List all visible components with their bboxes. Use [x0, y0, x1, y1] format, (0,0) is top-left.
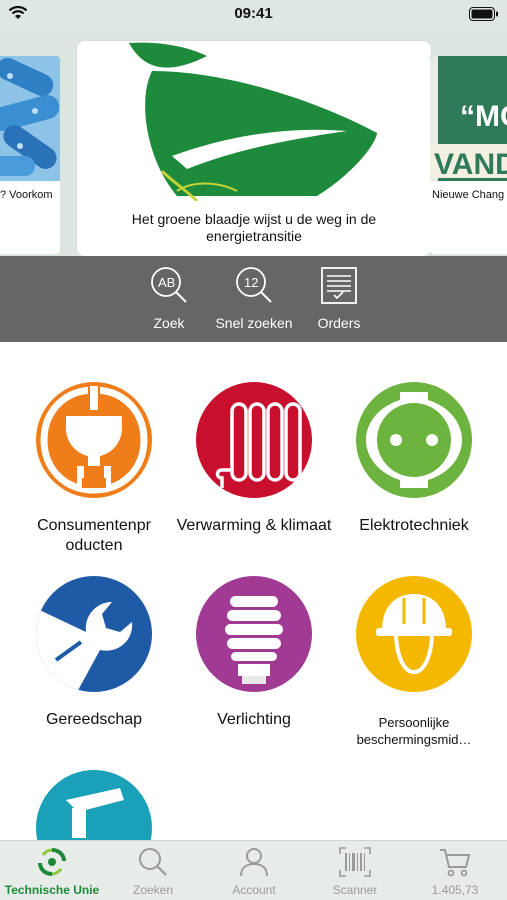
quick-search-button[interactable]: AB Zoek: [124, 266, 214, 331]
banner-text-1: “MO: [460, 100, 507, 133]
carousel-slide-prev[interactable]: ? Voorkom: [0, 56, 60, 254]
account-icon: [240, 848, 268, 877]
tab-cart-label: 1.405,73: [431, 883, 479, 897]
banner-text-2: VANDA: [434, 148, 507, 181]
category-ppe-label: Persoonlijke beschermingsmid…: [356, 715, 472, 747]
helmet-icon: [356, 576, 472, 692]
banner-image: “MO VANDA: [430, 56, 507, 181]
category-sanitary[interactable]: [14, 770, 174, 840]
carousel-slide-current[interactable]: Het groene blaadje wijst u de weg in de …: [77, 41, 431, 256]
quick-orders-label: Orders: [317, 315, 361, 331]
quick-fast-search-label: Snel zoeken: [215, 315, 293, 331]
tu-logo-icon: [38, 848, 66, 876]
carousel-main-caption: Het groene blaadje wijst u de weg in de …: [131, 211, 377, 244]
category-electrical[interactable]: Elektrotechniek: [334, 382, 494, 536]
quick-orders-button[interactable]: Orders: [294, 266, 384, 331]
tab-scanner[interactable]: Scanner: [305, 847, 405, 897]
tab-search[interactable]: Zoeken: [103, 847, 203, 897]
quick-actions-bar: AB Zoek 12 Snel zoeken Orders: [0, 256, 507, 342]
category-lighting-label: Verlichting: [217, 711, 291, 728]
category-tools-label: Gereedschap: [45, 711, 143, 728]
tab-scanner-label: Scanner: [332, 883, 378, 897]
battery-icon: [469, 7, 498, 21]
category-consumer-products[interactable]: Consumentenpr oducten: [14, 382, 174, 556]
status-time: 09:41: [234, 5, 273, 22]
cart-icon: [440, 849, 471, 877]
tab-bar: Technische Unie Zoeken Account Scanner 1…: [0, 840, 507, 900]
tab-home[interactable]: Technische Unie: [2, 847, 102, 897]
category-lighting[interactable]: Verlichting: [174, 576, 334, 730]
tab-home-label: Technische Unie: [4, 883, 100, 897]
barcode-icon: [339, 847, 371, 877]
search-ab-icon: AB: [151, 267, 187, 303]
faucet-icon: [36, 770, 152, 840]
quick-search-label: Zoek: [153, 315, 185, 331]
carousel-slide-next[interactable]: “MO VANDA Nieuwe Chang: [430, 56, 507, 254]
bulb-icon: [196, 576, 312, 692]
category-ppe[interactable]: Persoonlijke beschermingsmid…: [334, 576, 494, 748]
quick-search-glyph: AB: [158, 275, 175, 290]
category-heating-climate[interactable]: Verwarming & klimaat: [174, 382, 334, 536]
category-heating-climate-label: Verwarming & klimaat: [176, 517, 332, 534]
orders-icon: [321, 267, 357, 304]
radiator-icon: [196, 382, 312, 498]
green-leaf-image: [77, 41, 431, 203]
carousel-prev-caption: ? Voorkom: [0, 189, 53, 201]
search-icon: [139, 848, 167, 876]
quick-fast-search-button[interactable]: 12 Snel zoeken: [209, 266, 299, 331]
socket-icon: [356, 382, 472, 498]
wrench-icon: [36, 576, 152, 692]
category-electrical-label: Elektrotechniek: [359, 517, 469, 534]
status-bar: 09:41: [0, 0, 507, 28]
bacteria-image: [0, 56, 60, 181]
search-12-icon: 12: [236, 267, 272, 303]
carousel-next-caption: Nieuwe Chang: [432, 189, 505, 201]
category-consumer-products-label: Consumentenpr oducten: [37, 517, 151, 554]
quick-fast-search-glyph: 12: [244, 275, 258, 290]
tab-account-label: Account: [232, 883, 276, 897]
tab-search-label: Zoeken: [132, 883, 174, 897]
tab-account[interactable]: Account: [204, 847, 304, 897]
category-tools[interactable]: Gereedschap: [14, 576, 174, 730]
tab-cart[interactable]: 1.405,73: [405, 847, 505, 897]
category-grid: Consumentenpr oducten Verwarming & klima…: [0, 342, 507, 840]
news-carousel[interactable]: ? Voorkom Het groene blaadje wijst u de …: [0, 28, 507, 256]
plug-icon: [36, 382, 152, 498]
